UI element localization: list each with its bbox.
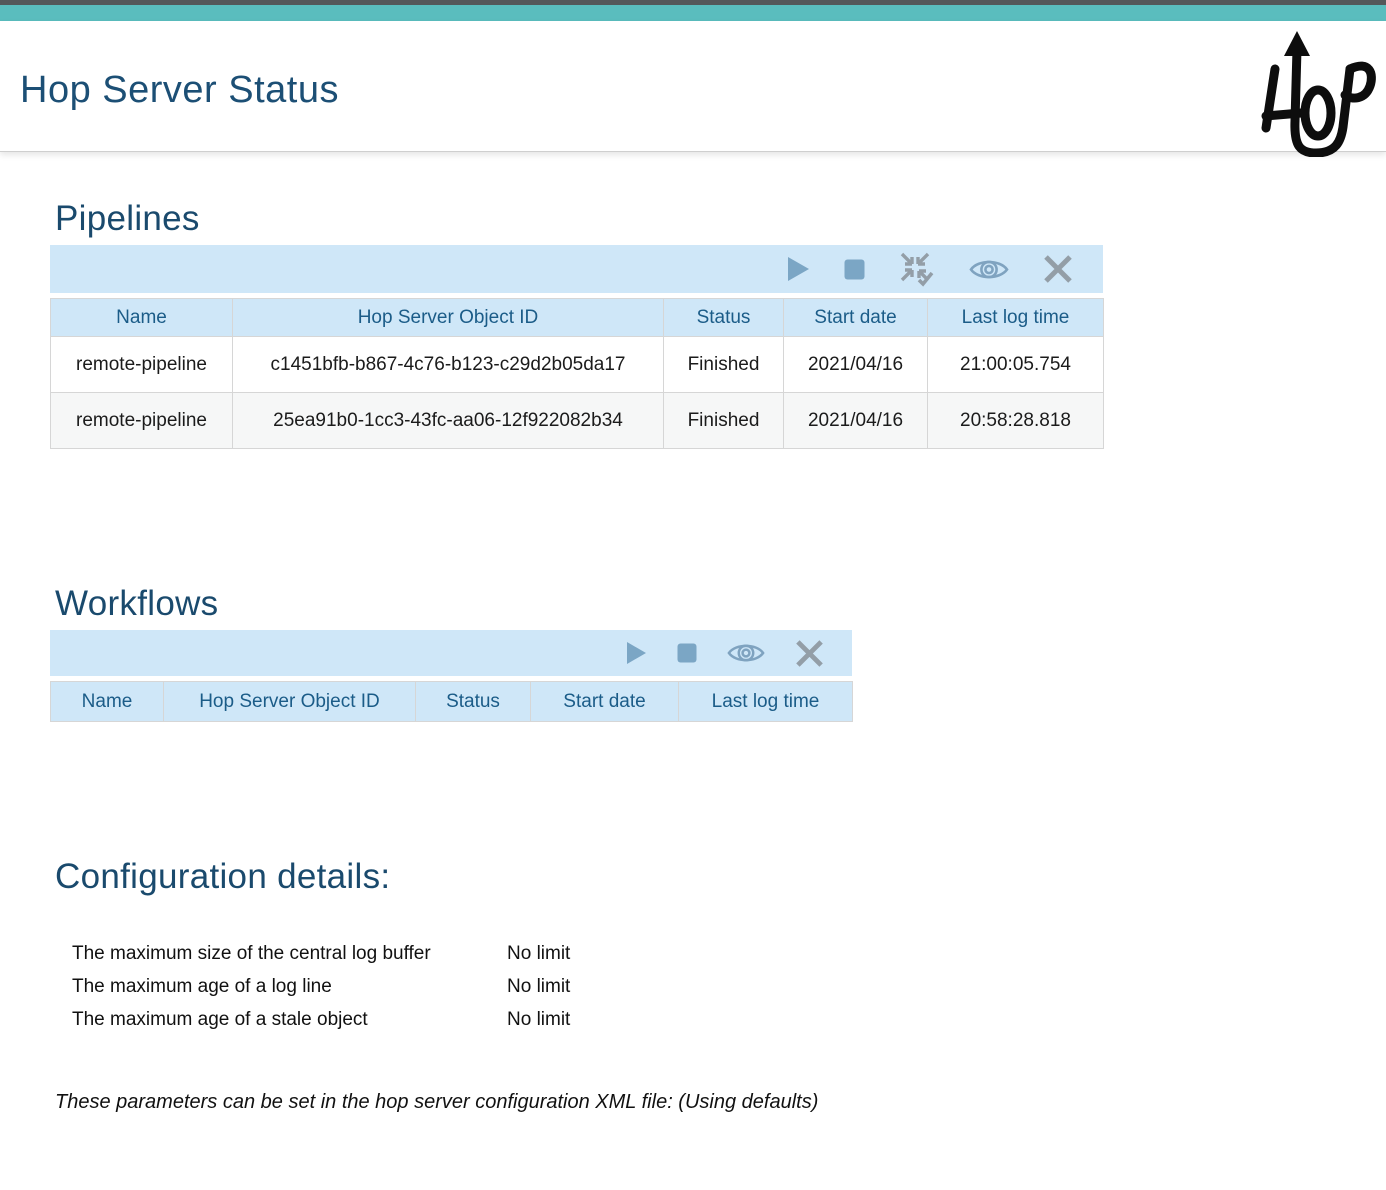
configuration-footnote: These parameters can be set in the hop s… [55,1091,1386,1114]
eye-icon [969,256,1009,283]
configuration-section-title: Configuration details: [55,855,1386,899]
up-arrow-icon [1284,31,1310,56]
teal-accent-bar [0,5,1386,21]
configuration-parameters: The maximum size of the central log buff… [72,937,1386,1036]
pipeline-last-log-time: 21:00:05.754 [928,337,1104,393]
close-icon [795,639,824,668]
col-header-start-date: Start date [784,299,928,337]
pipeline-status: Finished [664,337,784,393]
compress-check-icon [899,251,935,287]
pipelines-section-title: Pipelines [55,197,1386,241]
config-param-value: No limit [507,970,1386,1003]
workflow-remove-button[interactable] [795,639,824,668]
col-header-object-id: Hop Server Object ID [164,682,416,722]
pipeline-remove-button[interactable] [1043,254,1073,284]
pipeline-object-id: 25ea91b0-1cc3-43fc-aa06-12f922082b34 [233,393,664,449]
workflows-header-row: Name Hop Server Object ID Status Start d… [51,682,853,722]
config-row: The maximum age of a stale object No lim… [72,1003,1386,1036]
stop-icon [677,643,697,663]
config-param-value: No limit [507,937,1386,970]
col-header-object-id: Hop Server Object ID [233,299,664,337]
page-title: Hop Server Status [20,69,339,112]
config-param-label: The maximum age of a log line [72,970,507,1003]
workflows-toolbar [50,630,852,676]
pipeline-view-button[interactable] [969,256,1009,283]
pipeline-name: remote-pipeline [51,337,233,393]
pipelines-header-row: Name Hop Server Object ID Status Start d… [51,299,1104,337]
col-header-start-date: Start date [531,682,679,722]
play-icon [626,641,647,665]
config-param-value: No limit [507,1003,1386,1036]
pipeline-stop-button[interactable] [844,259,865,280]
config-param-label: The maximum age of a stale object [72,1003,507,1036]
hop-logo [1246,29,1378,157]
pipelines-toolbar [50,245,1103,293]
col-header-name: Name [51,299,233,337]
workflow-stop-button[interactable] [677,643,697,663]
pipeline-start-date: 2021/04/16 [784,393,928,449]
pipeline-row: remote-pipeline 25ea91b0-1cc3-43fc-aa06-… [51,393,1104,449]
pipeline-cleanup-button[interactable] [899,251,935,287]
pipelines-table: Name Hop Server Object ID Status Start d… [50,298,1104,449]
workflow-start-button[interactable] [626,641,647,665]
pipeline-name: remote-pipeline [51,393,233,449]
pipeline-status: Finished [664,393,784,449]
col-header-status: Status [664,299,784,337]
config-row: The maximum size of the central log buff… [72,937,1386,970]
workflow-view-button[interactable] [727,640,765,666]
workflows-table: Name Hop Server Object ID Status Start d… [50,681,853,722]
col-header-status: Status [416,682,531,722]
config-row: The maximum age of a log line No limit [72,970,1386,1003]
pipeline-last-log-time: 20:58:28.818 [928,393,1104,449]
play-icon [787,256,810,282]
pipeline-start-date: 2021/04/16 [784,337,928,393]
pipeline-row: remote-pipeline c1451bfb-b867-4c76-b123-… [51,337,1104,393]
config-param-label: The maximum size of the central log buff… [72,937,507,970]
stop-icon [844,259,865,280]
close-icon [1043,254,1073,284]
col-header-last-log-time: Last log time [928,299,1104,337]
eye-icon [727,640,765,666]
col-header-last-log-time: Last log time [679,682,853,722]
col-header-name: Name [51,682,164,722]
workflows-section-title: Workflows [55,582,1386,626]
page-header: Hop Server Status [0,21,1386,152]
pipeline-start-button[interactable] [787,256,810,282]
pipeline-object-id: c1451bfb-b867-4c76-b123-c29d2b05da17 [233,337,664,393]
